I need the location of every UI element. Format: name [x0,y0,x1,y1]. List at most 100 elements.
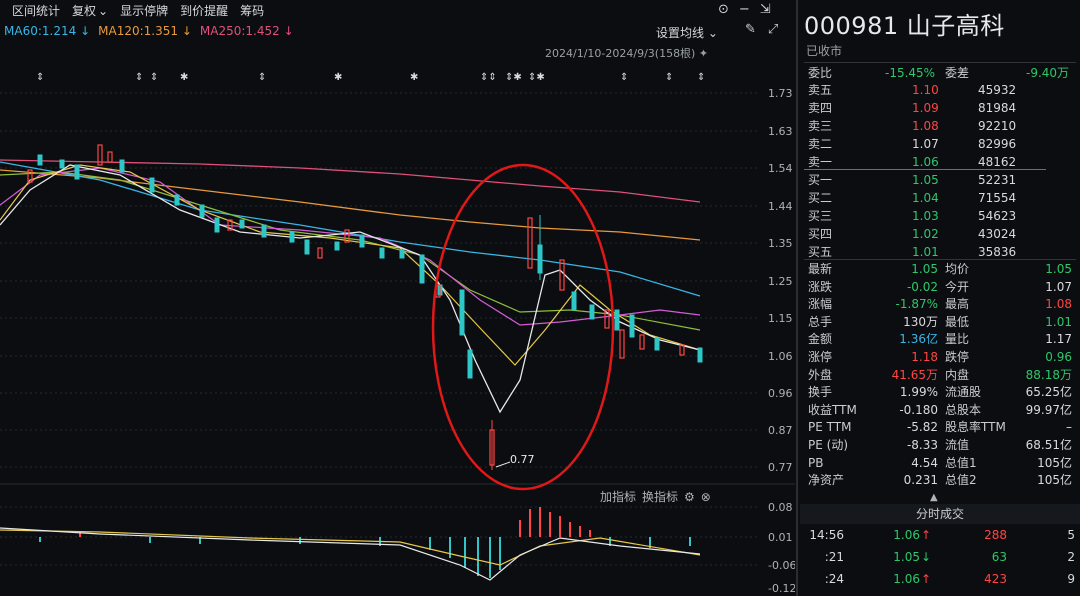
toolbar-item-adjust-label: 复权 [72,3,97,18]
stat-label: 涨幅 [808,297,833,312]
ticks-header[interactable]: 分时成交 [800,504,1080,524]
indicator-settings-icon[interactable]: ⚙ [684,490,695,504]
svg-text:⇕: ⇕ [620,72,628,83]
weibi-label: 委比 [808,66,833,80]
stat-value: 1.07 [1045,279,1072,294]
orderbook-divider [804,169,1046,170]
stat-value: 1.08 [1045,297,1072,312]
stat-label: 内盘 [945,367,970,382]
tick-time: :21 [824,550,844,564]
toolbar-icons-2: ✎ ⤢ [745,22,778,37]
bid-volume: 54623 [978,209,1017,223]
settings-gear-icon[interactable]: ⊙ [718,2,729,17]
tick-count: 2 [1067,550,1075,564]
bid-label: 买二 [808,191,833,205]
bid-price: 1.02 [912,227,939,241]
panel-divider[interactable] [796,0,798,596]
tick-count: 5 [1067,528,1075,542]
ask-volume: 92210 [978,119,1017,133]
stat-label: 跌停 [945,350,970,364]
tick-price: 1.05 [893,550,920,564]
stat-label: 股息率TTM [945,420,1006,435]
svg-text:⇕: ⇕ [697,72,705,83]
svg-text:⇕✱: ⇕✱ [505,72,522,83]
weicha-label: 委差 [945,66,970,80]
tick-time: :24 [824,572,844,586]
svg-text:0.87: 0.87 [768,424,793,437]
fullscreen-icon[interactable]: ⤢ [768,22,778,37]
bid-volume: 52231 [978,173,1017,187]
ma-yellow-line [0,164,701,366]
ma-legend: MA60:1.214 ↓ MA120:1.351 ↓ MA250:1.452 ↓ [4,24,294,38]
stat-value: – [1066,420,1072,435]
svg-text:0.77: 0.77 [768,461,793,474]
stat-label: 涨停 [808,350,833,364]
ma-white-line [0,164,701,414]
toolbar-item-range-stats[interactable]: 区间统计 [12,2,60,19]
ask-price: 1.07 [912,137,939,151]
toolbar-item-show-suspension[interactable]: 显示停牌 [120,2,168,19]
collapse-icon[interactable]: ⇲ [760,2,771,17]
svg-text:0.01: 0.01 [768,531,793,544]
ma-setting-button[interactable]: 设置均线 ⌄ [656,24,718,41]
bid-label: 买一 [808,173,833,187]
stat-label: 最新 [808,262,833,276]
ma-pink-line [0,167,701,326]
stat-value: 99.97亿 [1025,402,1072,417]
stat-value: 0.231 [903,473,938,488]
switch-indicator-button[interactable]: 换指标 [642,488,678,505]
stat-value: 65.25亿 [1025,385,1072,400]
pen-icon[interactable]: ✎ [745,22,756,37]
sub-indicator-toolbar: 加指标 换指标 ⚙ ⊗ [600,488,711,505]
ask-label: 卖三 [808,119,833,133]
stat-value: 1.17 [1045,332,1072,347]
minimize-icon[interactable]: − [739,2,750,17]
stat-label: 均价 [945,262,970,276]
stat-label: 流值 [945,438,970,452]
stat-label: 量比 [945,332,970,347]
stat-value: 105亿 [1037,455,1072,470]
stat-value: 1.99% [899,385,938,400]
svg-text:0.08: 0.08 [768,501,793,514]
stat-value: 105亿 [1037,473,1072,488]
svg-text:⇕: ⇕ [258,72,266,83]
tick-arrow: ↑ [921,528,932,542]
svg-text:1.25: 1.25 [768,275,793,288]
svg-text:1.73: 1.73 [768,87,793,100]
tick-arrow: ↓ [921,550,932,564]
stat-value: -0.02 [906,279,938,294]
toolbar-item-price-alert[interactable]: 到价提醒 [180,2,228,19]
toolbar-item-adjust[interactable]: 复权 ⌄ [72,2,108,19]
ask-label: 卖五 [808,83,833,97]
close-icon[interactable]: ⊗ [701,490,711,504]
tick-arrow: ↑ [921,572,932,586]
stat-label: 总股本 [945,402,982,417]
stat-label: 总手 [808,314,833,329]
kline-chart[interactable]: ⇕ ⇕ ⇕ ✱ ⇕ ✱ ✱ ⇕⇕ ⇕✱ ⇕✱ ⇕ ⇕ ⇕ 0.77 1.731.… [0,60,795,596]
stat-label: PE TTM [808,420,852,435]
stat-value: 0.96 [1045,350,1072,364]
bid-label: 买三 [808,209,833,223]
market-status: 已收市 [806,44,843,58]
ask-price: 1.10 [912,83,939,97]
svg-text:1.63: 1.63 [768,125,793,138]
stat-value: -5.82 [906,420,938,435]
ma250-label: MA250:1.452 ↓ [199,24,294,38]
bid-price: 1.03 [912,209,939,223]
toolbar-item-chips[interactable]: 筹码 [240,2,264,19]
stat-label: 总值1 [945,455,977,470]
ask-volume: 82996 [978,137,1017,151]
stat-label: 换手 [808,385,833,400]
collapse-arrow-icon[interactable]: ▲ [930,492,938,503]
stat-label: 金额 [808,332,833,347]
bid-price: 1.05 [912,173,939,187]
ask-label: 卖二 [808,137,833,151]
add-indicator-button[interactable]: 加指标 [600,488,636,505]
svg-text:✱: ✱ [334,72,342,83]
svg-text:-0.06: -0.06 [768,559,795,572]
ma120-label: MA120:1.351 ↓ [98,24,192,38]
weicha-value: -9.40万 [1026,66,1070,80]
svg-text:⇕⇕: ⇕⇕ [480,72,497,83]
ask-price: 1.09 [912,101,939,115]
event-markers: ⇕ ⇕ ⇕ ✱ ⇕ ✱ ✱ ⇕⇕ ⇕✱ ⇕✱ ⇕ ⇕ ⇕ [36,72,705,83]
